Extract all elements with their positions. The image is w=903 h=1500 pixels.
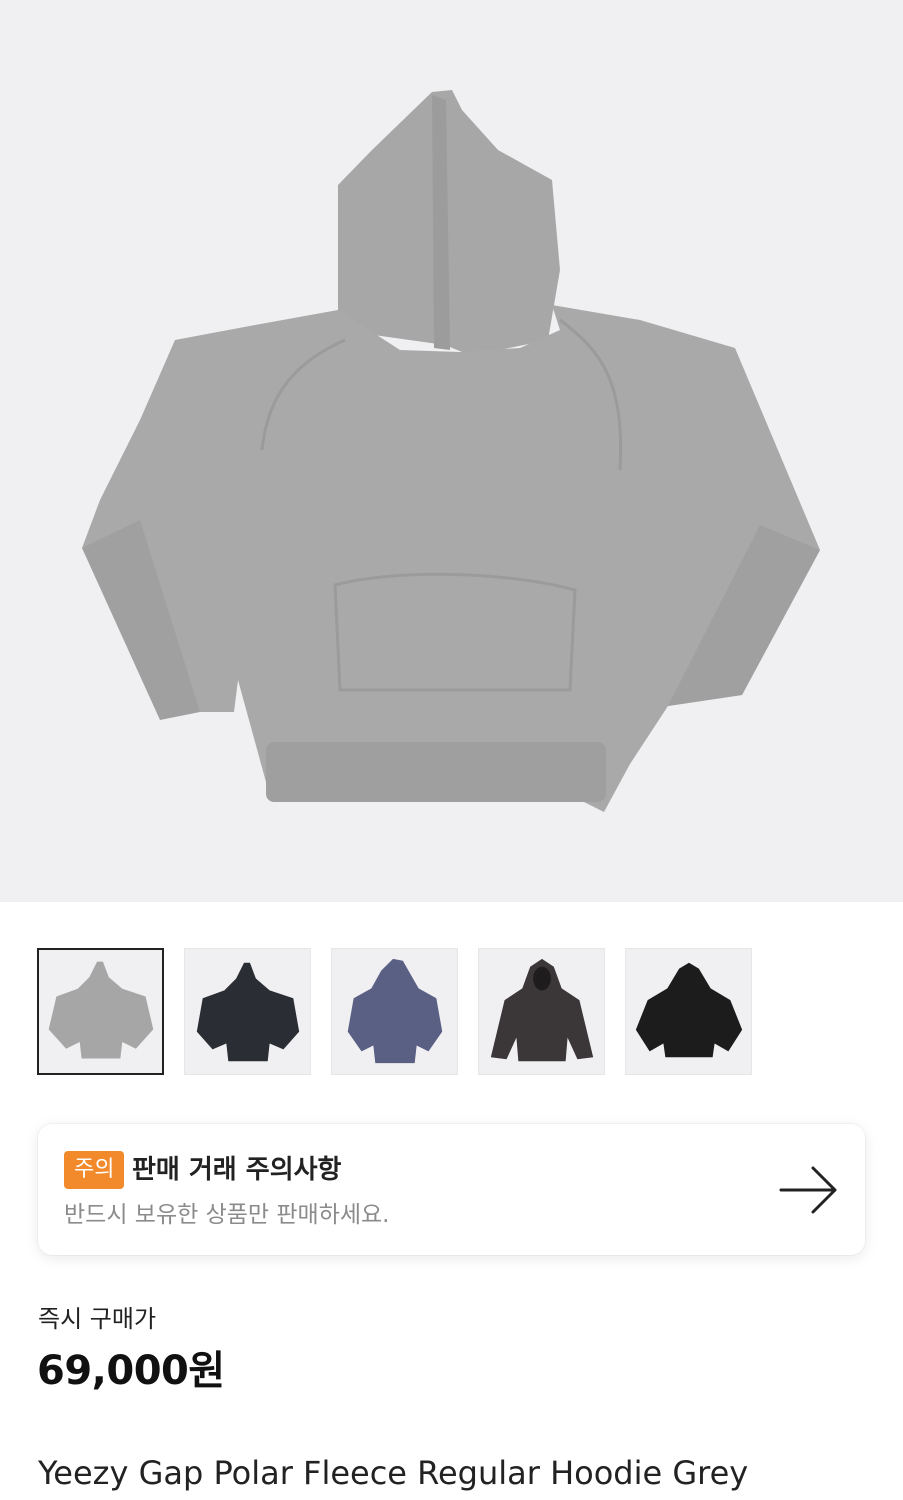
thumbnail-list xyxy=(37,948,772,1075)
thumbnail-grey[interactable] xyxy=(37,948,164,1075)
notice-subtitle: 반드시 보유한 상품만 판매하세요. xyxy=(64,1202,390,1228)
instant-price-value: 69,000원 xyxy=(37,1348,225,1394)
notice-title: 판매 거래 주의사항 xyxy=(132,1155,342,1185)
navy-hoodie-icon xyxy=(347,958,443,1064)
thumbnail-black-2[interactable] xyxy=(625,948,752,1075)
product-name: Yeezy Gap Polar Fleece Regular Hoodie Gr… xyxy=(38,1454,749,1492)
instant-price-label: 즉시 구매가 xyxy=(38,1305,157,1333)
product-hero-image[interactable] xyxy=(0,0,903,902)
thumbnail-black[interactable] xyxy=(184,948,311,1075)
thumbnail-washed-black[interactable] xyxy=(478,948,605,1075)
washed-black-hoodie-icon xyxy=(490,958,594,1062)
caution-badge: 주의 xyxy=(64,1151,125,1189)
grey-hoodie-illustration xyxy=(82,90,820,812)
arrow-right-icon[interactable] xyxy=(779,1162,839,1218)
sale-notice-card[interactable]: 주의 판매 거래 주의사항 반드시 보유한 상품만 판매하세요. xyxy=(38,1124,865,1255)
black-hoodie-icon xyxy=(635,962,743,1058)
grey-hoodie-icon xyxy=(48,961,154,1059)
thumbnail-navy[interactable] xyxy=(331,948,458,1075)
black-hoodie-icon xyxy=(196,962,300,1062)
